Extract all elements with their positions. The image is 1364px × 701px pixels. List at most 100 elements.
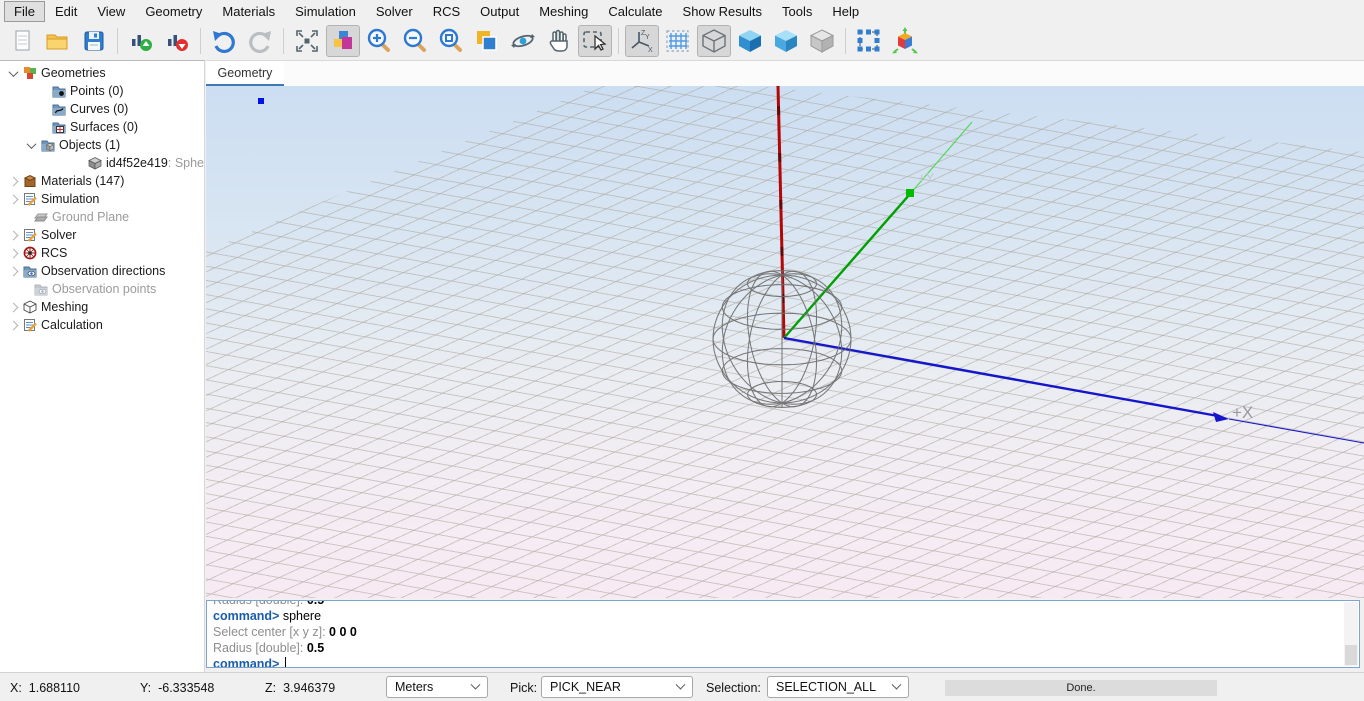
save-button[interactable] [77,25,111,57]
menu-solver[interactable]: Solver [366,1,423,22]
menu-edit[interactable]: Edit [45,1,87,22]
status-bar: X: 1.688110 Y: -6.333548 Z: 3.946379 Met… [0,672,1364,701]
tree-item-materials[interactable]: Materials (147) [0,172,204,190]
units-select[interactable]: Meters [386,676,488,698]
zoom-in-button[interactable] [362,25,396,57]
solid-view-button[interactable] [733,25,767,57]
tab-geometry[interactable]: Geometry [206,61,284,87]
tree-item-simulation[interactable]: Simulation [0,190,204,208]
import-icon [128,28,154,54]
import-button[interactable] [124,25,158,57]
tree-item-type: : Sphere [168,156,205,170]
menu-view[interactable]: View [87,1,135,22]
new-file-button[interactable] [5,25,39,57]
tree-item-label: Points (0) [70,84,124,98]
menu-show-results[interactable]: Show Results [673,1,772,22]
expander-closed-icon[interactable] [9,248,19,258]
tree-item-label: Objects (1) [59,138,120,152]
tree-item-rcs[interactable]: RCS [0,244,204,262]
tree-item-label: Observation points [52,282,156,296]
expander-closed-icon[interactable] [9,266,19,276]
chevron-down-icon [676,679,686,689]
view-cubes-button[interactable] [326,25,360,57]
menu-calculate[interactable]: Calculate [598,1,672,22]
console-prompt: Radius [double]: [213,641,307,655]
axes-toggle-button[interactable]: ZYX [625,25,659,57]
status-message: Done. [1066,682,1095,694]
tree-item-objects[interactable]: Objects (1) [0,136,204,154]
chevron-down-icon [471,679,481,689]
curves-folder-icon [52,102,66,116]
console-scrollbar-thumb[interactable] [1345,645,1357,665]
shaded-cube-icon [772,28,800,54]
tree-item-points[interactable]: Points (0) [0,82,204,100]
tree-item-observation-directions[interactable]: Observation directions [0,262,204,280]
expander-closed-icon[interactable] [9,230,19,240]
selection-select[interactable]: SELECTION_ALL [767,676,909,698]
select-button[interactable] [578,25,612,57]
pan-button[interactable] [542,25,576,57]
export-button[interactable] [160,25,194,57]
shaded-view-button[interactable] [769,25,803,57]
menu-help[interactable]: Help [822,1,869,22]
expander-closed-icon[interactable] [9,194,19,204]
tree-item-solver[interactable]: Solver [0,226,204,244]
tree-item-sphere[interactable]: id4f52e419 : Sphere [0,154,204,172]
save-icon [82,29,106,53]
flat-cube-icon [808,28,836,54]
tree-item-surfaces[interactable]: Surfaces (0) [0,118,204,136]
pick-select[interactable]: PICK_NEAR [541,676,693,698]
rcs-icon [23,246,37,260]
tree-item-observation-points[interactable]: Observation points [0,280,204,298]
zoom-window-button[interactable] [434,25,468,57]
orbit-button[interactable] [506,25,540,57]
menu-materials[interactable]: Materials [212,1,285,22]
console-scrollbar[interactable] [1344,602,1358,666]
menu-meshing[interactable]: Meshing [529,1,598,22]
menu-geometry[interactable]: Geometry [135,1,212,22]
console-line: Radius [double]: 0.5 [213,600,1341,608]
expander-open-icon[interactable] [9,67,19,77]
redo-button[interactable] [243,25,277,57]
menu-output[interactable]: Output [470,1,529,22]
menu-tools[interactable]: Tools [772,1,822,22]
vertex-marker [258,98,264,104]
tree-item-calculation[interactable]: Calculation [0,316,204,334]
expander-closed-icon[interactable] [9,176,19,186]
toolbar: ZYX [0,22,1364,60]
wireframe-view-button[interactable] [697,25,731,57]
fit-view-button[interactable] [290,25,324,57]
tree-item-meshing[interactable]: Meshing [0,298,204,316]
grid-toggle-button[interactable] [661,25,695,57]
open-folder-button[interactable] [41,25,75,57]
pivot-axes-button[interactable] [888,25,922,57]
tree-item-curves[interactable]: Curves (0) [0,100,204,118]
scene-svg: +Y +X [206,86,1364,598]
svg-text:X: X [648,47,653,54]
menu-simulation[interactable]: Simulation [285,1,366,22]
viewport-3d[interactable]: +Y +X [206,86,1364,598]
undo-button[interactable] [207,25,241,57]
expander-closed-icon[interactable] [9,320,19,330]
console-input-line[interactable]: command> [213,656,1341,668]
tree-item-label: Simulation [41,192,99,206]
expander-open-icon[interactable] [27,139,37,149]
command-console[interactable]: Radius [double]: 0.5 command> sphere Sel… [206,600,1360,668]
observation-directions-icon [23,264,37,278]
selection-handles-button[interactable] [852,25,886,57]
tree-item-ground-plane[interactable]: Ground Plane [0,208,204,226]
tree-item-geometries[interactable]: Geometries [0,64,204,82]
menu-rcs[interactable]: RCS [423,1,470,22]
flat-view-button[interactable] [805,25,839,57]
observation-points-icon [34,282,48,296]
menu-file[interactable]: File [4,1,45,22]
expander-closed-icon[interactable] [9,302,19,312]
zoom-out-button[interactable] [398,25,432,57]
simulation-icon [23,192,37,206]
wireframe-sphere[interactable] [713,270,851,408]
sphere-object-icon [88,156,102,170]
grid-icon [664,28,692,54]
pick-value: PICK_NEAR [550,680,621,694]
overlay-squares-button[interactable] [470,25,504,57]
toolbar-separator [283,28,284,54]
